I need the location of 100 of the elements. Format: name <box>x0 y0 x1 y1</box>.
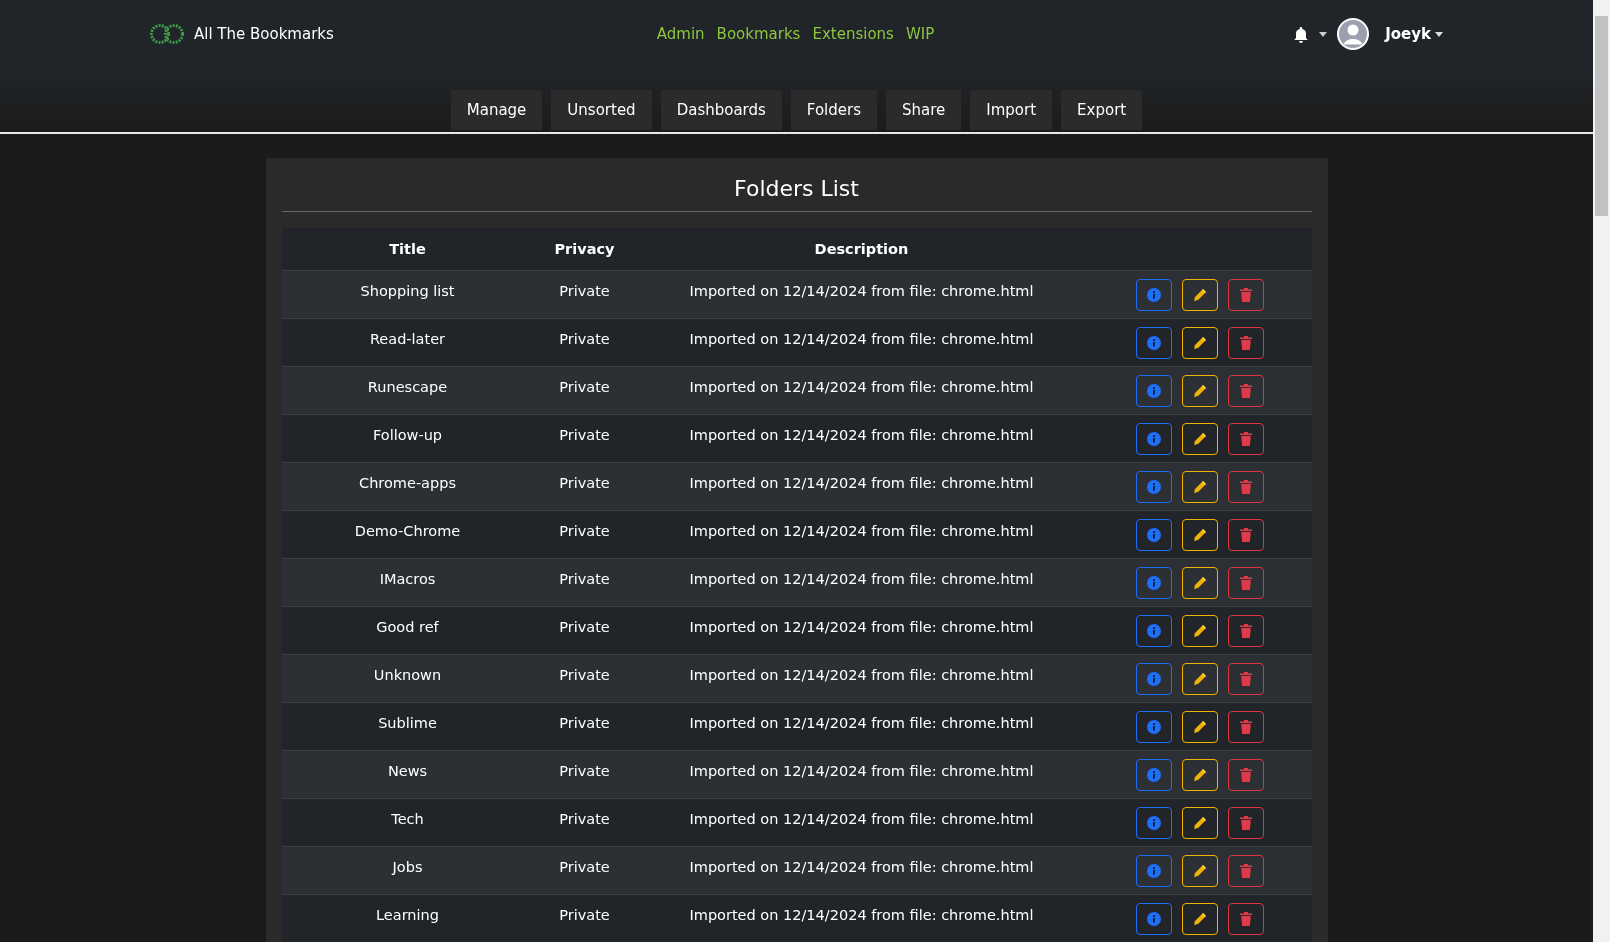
delete-button[interactable] <box>1227 566 1264 599</box>
pencil-icon <box>1192 911 1207 926</box>
info-icon <box>1146 911 1161 926</box>
column-header: Title <box>281 227 534 270</box>
pencil-icon <box>1192 287 1207 302</box>
scrollbar[interactable] <box>1593 0 1610 942</box>
info-button[interactable] <box>1135 758 1172 791</box>
edit-button[interactable] <box>1181 326 1218 359</box>
info-button[interactable] <box>1135 566 1172 599</box>
edit-button[interactable] <box>1181 710 1218 743</box>
info-button[interactable] <box>1135 854 1172 887</box>
info-button[interactable] <box>1135 422 1172 455</box>
table-cell: Imported on 12/14/2024 from file: chrome.html <box>635 702 1088 750</box>
table-cell: Follow-up <box>281 414 534 462</box>
table-cell: Imported on 12/14/2024 from file: chrome.html <box>635 462 1088 510</box>
nav-link[interactable]: Admin <box>656 25 705 44</box>
tab[interactable]: Unsorted <box>551 89 652 130</box>
edit-button[interactable] <box>1181 278 1218 311</box>
info-icon <box>1146 863 1161 878</box>
table-cell: Imported on 12/14/2024 from file: chrome.html <box>635 318 1088 366</box>
table-cell: Private <box>533 798 636 846</box>
info-button[interactable] <box>1135 806 1172 839</box>
table-cell: Private <box>533 750 636 798</box>
edit-button[interactable] <box>1181 758 1218 791</box>
info-button[interactable] <box>1135 470 1172 503</box>
trash-icon <box>1239 863 1252 878</box>
avatar-icon[interactable] <box>1337 18 1370 51</box>
table-cell: Unknown <box>281 654 534 702</box>
table-cell: Imported on 12/14/2024 from file: chrome.html <box>635 414 1088 462</box>
edit-button[interactable] <box>1181 422 1218 455</box>
pencil-icon <box>1192 431 1207 446</box>
delete-button[interactable] <box>1227 662 1264 695</box>
tab[interactable]: Manage <box>450 89 543 130</box>
table-cell: Learning <box>281 894 534 942</box>
trash-icon <box>1239 527 1252 542</box>
table-cell: Private <box>533 318 636 366</box>
tab[interactable]: Folders <box>790 89 877 130</box>
nav-link[interactable]: Extensions <box>812 25 894 44</box>
user-menu-button[interactable]: Joeyk <box>1379 25 1443 44</box>
table-cell: Private <box>533 510 636 558</box>
table-cell: Imported on 12/14/2024 from file: chrome.html <box>635 270 1088 318</box>
info-button[interactable] <box>1135 326 1172 359</box>
delete-button[interactable] <box>1227 374 1264 407</box>
table-cell: Imported on 12/14/2024 from file: chrome.html <box>635 606 1088 654</box>
pencil-icon <box>1192 575 1207 590</box>
logo-icon[interactable] <box>148 23 186 46</box>
nav-link[interactable]: WIP <box>905 25 935 44</box>
delete-button[interactable] <box>1227 854 1264 887</box>
tab[interactable]: Export <box>1061 89 1143 130</box>
info-icon <box>1146 335 1161 350</box>
delete-button[interactable] <box>1227 614 1264 647</box>
table-cell: Private <box>533 894 636 942</box>
delete-button[interactable] <box>1227 710 1264 743</box>
pencil-icon <box>1192 479 1207 494</box>
caret-icon[interactable] <box>1319 31 1328 37</box>
delete-button[interactable] <box>1227 422 1264 455</box>
trash-icon <box>1239 767 1252 782</box>
table-cell: Sublime <box>281 702 534 750</box>
info-button[interactable] <box>1135 710 1172 743</box>
tab[interactable]: Dashboards <box>660 89 782 130</box>
edit-button[interactable] <box>1181 614 1218 647</box>
delete-button[interactable] <box>1227 902 1264 935</box>
info-button[interactable] <box>1135 662 1172 695</box>
info-icon <box>1146 815 1161 830</box>
delete-button[interactable] <box>1227 758 1264 791</box>
edit-button[interactable] <box>1181 854 1218 887</box>
info-button[interactable] <box>1135 374 1172 407</box>
edit-button[interactable] <box>1181 662 1218 695</box>
delete-button[interactable] <box>1227 326 1264 359</box>
table-cell: Imported on 12/14/2024 from file: chrome.html <box>635 894 1088 942</box>
info-button[interactable] <box>1135 614 1172 647</box>
edit-button[interactable] <box>1181 518 1218 551</box>
bell-icon[interactable] <box>1293 25 1310 43</box>
edit-button[interactable] <box>1181 902 1218 935</box>
edit-button[interactable] <box>1181 566 1218 599</box>
info-button[interactable] <box>1135 518 1172 551</box>
info-icon <box>1146 431 1161 446</box>
info-button[interactable] <box>1135 278 1172 311</box>
table-cell: Imported on 12/14/2024 from file: chrome.html <box>635 366 1088 414</box>
delete-button[interactable] <box>1227 518 1264 551</box>
edit-button[interactable] <box>1181 374 1218 407</box>
table-cell: Private <box>533 366 636 414</box>
delete-button[interactable] <box>1227 470 1264 503</box>
edit-button[interactable] <box>1181 806 1218 839</box>
nav-link[interactable]: Bookmarks <box>716 25 801 44</box>
trash-icon <box>1239 431 1252 446</box>
pencil-icon <box>1192 671 1207 686</box>
trash-icon <box>1239 719 1252 734</box>
tab[interactable]: Import <box>970 89 1053 130</box>
brand-name[interactable]: All The Bookmarks <box>194 25 334 44</box>
scrollbar-thumb[interactable] <box>1595 16 1608 216</box>
tab[interactable]: Share <box>886 89 962 130</box>
edit-button[interactable] <box>1181 470 1218 503</box>
trash-icon <box>1239 287 1252 302</box>
table-cell: Private <box>533 270 636 318</box>
delete-button[interactable] <box>1227 806 1264 839</box>
table-cell: Private <box>533 654 636 702</box>
pencil-icon <box>1192 767 1207 782</box>
delete-button[interactable] <box>1227 278 1264 311</box>
info-button[interactable] <box>1135 902 1172 935</box>
